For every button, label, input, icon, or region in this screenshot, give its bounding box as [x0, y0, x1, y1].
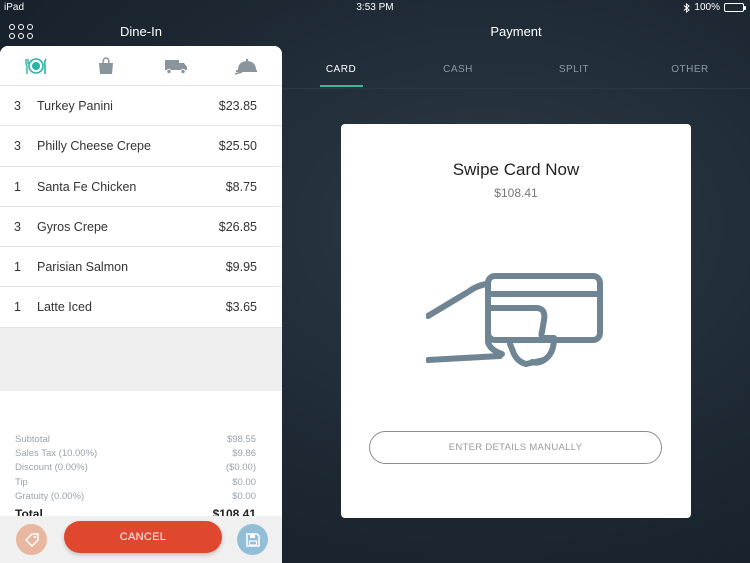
- item-name: Gyros Crepe: [37, 219, 108, 234]
- item-qty: 1: [14, 179, 21, 194]
- tab-card[interactable]: CARD: [301, 64, 381, 75]
- floppy-disk-icon: [245, 532, 260, 547]
- cancel-button[interactable]: CANCEL: [64, 521, 222, 553]
- gratuity-value: $0.00: [232, 490, 256, 502]
- item-qty: 3: [14, 219, 21, 234]
- truck-icon: [165, 60, 187, 75]
- subtotal-value: $98.55: [226, 433, 256, 445]
- order-header: Dine-In: [0, 16, 282, 46]
- cloche-icon: [234, 58, 257, 75]
- item-name: Turkey Panini: [37, 99, 113, 113]
- clock: 3:53 PM: [356, 2, 394, 13]
- tip-row: Tip $0.00: [15, 475, 256, 489]
- item-qty: 1: [14, 300, 21, 315]
- tax-row: Sales Tax (10.00%) $9.86: [15, 446, 256, 460]
- order-item-row[interactable]: 1 Santa Fe Chicken $8.75: [0, 167, 282, 207]
- subtotal-row: Subtotal $98.55: [15, 432, 256, 446]
- battery-icon: [724, 3, 746, 12]
- empty-item-area: [0, 328, 282, 391]
- item-price: $3.65: [225, 300, 257, 315]
- dine-in-tab[interactable]: [6, 46, 66, 86]
- tax-value: $9.86: [232, 447, 256, 459]
- tag-icon: [24, 532, 39, 547]
- bag-icon: [99, 57, 113, 74]
- order-item-row[interactable]: 1 Latte Iced $3.65: [0, 287, 282, 328]
- item-qty: 3: [14, 139, 21, 154]
- item-qty: 1: [14, 260, 21, 275]
- discount-row: Discount (0.00%) ($0.00): [15, 461, 256, 475]
- payment-amount: $108.41: [494, 186, 538, 200]
- catering-tab[interactable]: [216, 46, 276, 86]
- item-name: Latte Iced: [37, 300, 92, 315]
- item-name: Philly Cheese Crepe: [37, 139, 151, 154]
- bluetooth-icon: [684, 2, 691, 13]
- discount-value: ($0.00): [225, 462, 256, 474]
- item-price: $8.75: [225, 179, 257, 194]
- battery-percent: 100%: [694, 2, 720, 13]
- item-price: $23.85: [218, 99, 257, 113]
- order-item-row[interactable]: 3 Philly Cheese Crepe $25.50: [0, 126, 282, 167]
- save-button[interactable]: [237, 524, 268, 555]
- order-item-row[interactable]: 3 Gyros Crepe $26.85: [0, 207, 282, 248]
- swipe-card-icon: [426, 273, 603, 367]
- delivery-tab[interactable]: [146, 46, 206, 86]
- card-payment-panel: Swipe Card Now $108.41 ENTER DETAILS MAN…: [341, 124, 691, 518]
- discount-label: Discount (0.00%): [15, 462, 88, 474]
- dine-in-icon: [25, 58, 47, 74]
- order-type-tabs: [0, 46, 282, 86]
- discount-button[interactable]: [16, 524, 47, 555]
- order-totals: Subtotal $98.55 Sales Tax (10.00%) $9.86…: [15, 432, 256, 523]
- tab-other[interactable]: OTHER: [650, 64, 730, 75]
- gratuity-row: Gratuity (0.00%) $0.00: [15, 489, 256, 503]
- order-title: Dine-In: [120, 24, 162, 39]
- order-item-row[interactable]: 3 Turkey Panini $23.85: [0, 86, 282, 127]
- payment-header: Payment: [282, 16, 750, 46]
- tip-label: Tip: [15, 476, 28, 488]
- swipe-heading: Swipe Card Now: [452, 160, 580, 179]
- tab-divider: [282, 88, 750, 89]
- item-price: $25.50: [218, 139, 257, 154]
- status-right: 100%: [683, 2, 746, 13]
- order-panel: 3 Turkey Panini $23.85 3 Philly Cheese C…: [0, 46, 282, 563]
- item-name: Parisian Salmon: [37, 260, 129, 275]
- tab-split[interactable]: SPLIT: [534, 64, 614, 75]
- payment-title: Payment: [490, 24, 542, 39]
- item-price: $9.95: [225, 260, 257, 275]
- tip-value: $0.00: [232, 476, 256, 488]
- order-item-row[interactable]: 1 Parisian Salmon $9.95: [0, 247, 282, 288]
- enter-manually-button[interactable]: ENTER DETAILS MANUALLY: [369, 431, 662, 464]
- payment-method-tabs: CARD CASH SPLIT OTHER: [282, 54, 750, 88]
- takeout-tab[interactable]: [76, 46, 136, 86]
- item-qty: 3: [14, 99, 21, 113]
- tab-cash[interactable]: CASH: [418, 64, 498, 75]
- item-name: Santa Fe Chicken: [37, 179, 137, 194]
- status-bar: iPad 3:53 PM 100%: [0, 0, 750, 16]
- item-price: $26.85: [218, 219, 257, 234]
- gratuity-label: Gratuity (0.00%): [15, 490, 85, 502]
- tax-label: Sales Tax (10.00%): [15, 447, 98, 459]
- active-tab-indicator: [320, 85, 363, 87]
- subtotal-label: Subtotal: [15, 433, 50, 445]
